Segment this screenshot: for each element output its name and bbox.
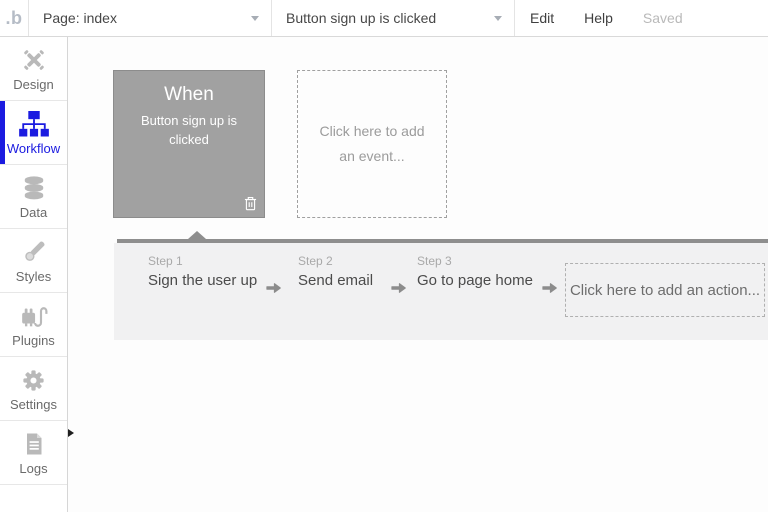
sidebar-item-logs[interactable]: Logs <box>0 421 67 485</box>
action-step-3[interactable]: Step 3 Go to page home <box>417 254 533 289</box>
app-logo: .b <box>0 0 29 36</box>
event-card-subtitle: Button sign up is clicked <box>114 112 264 150</box>
add-action-label: Click here to add an action... <box>570 282 760 299</box>
action-panel: Step 1 Sign the user up Step 2 Send emai… <box>114 231 768 340</box>
plugins-icon <box>20 301 48 331</box>
step-action-label: Go to page home <box>417 272 533 289</box>
sidebar-item-label: Workflow <box>7 141 60 156</box>
sidebar-item-styles[interactable]: Styles <box>0 229 67 293</box>
expand-arrow-icon[interactable] <box>68 429 74 437</box>
sidebar-item-label: Settings <box>10 397 57 412</box>
sidebar-item-workflow[interactable]: Workflow <box>0 101 67 165</box>
add-action-placeholder[interactable]: Click here to add an action... <box>565 263 765 317</box>
step-number: Step 3 <box>417 254 533 268</box>
data-icon <box>21 173 47 203</box>
sidebar-item-label: Plugins <box>12 333 55 348</box>
chevron-down-icon <box>251 16 259 21</box>
add-event-label: Click here to add an event... <box>314 119 430 169</box>
arrow-right-icon <box>266 282 281 294</box>
panel-body: Step 1 Sign the user up Step 2 Send emai… <box>114 243 768 340</box>
saved-status: Saved <box>628 10 698 26</box>
menu-edit[interactable]: Edit <box>515 10 569 26</box>
trash-icon <box>244 199 257 214</box>
step-number: Step 2 <box>298 254 373 268</box>
design-icon <box>20 45 48 75</box>
sidebar-item-settings[interactable]: Settings <box>0 357 67 421</box>
styles-icon <box>21 237 47 267</box>
action-step-1[interactable]: Step 1 Sign the user up <box>148 254 257 289</box>
action-step-2[interactable]: Step 2 Send email <box>298 254 373 289</box>
step-action-label: Send email <box>298 272 373 289</box>
arrow-right-icon <box>542 282 557 294</box>
sidebar-item-data[interactable]: Data <box>0 165 67 229</box>
arrow-right-icon <box>391 282 406 294</box>
page-selector-dropdown[interactable]: Page: index <box>29 0 271 36</box>
sidebar-item-label: Design <box>13 77 53 92</box>
bubble-logo-icon: .b <box>6 8 23 29</box>
workflow-canvas: When Button sign up is clicked Click her… <box>68 37 768 512</box>
page-selector-value: Page: index <box>43 10 117 26</box>
delete-event-button[interactable] <box>244 196 257 211</box>
chevron-down-icon <box>494 16 502 21</box>
top-bar: .b Page: index Button sign up is clicked… <box>0 0 768 37</box>
logs-icon <box>22 429 46 459</box>
sidebar: Design Workflow <box>0 37 68 512</box>
sidebar-item-label: Data <box>20 205 47 220</box>
event-card[interactable]: When Button sign up is clicked <box>113 70 265 218</box>
event-selector-value: Button sign up is clicked <box>286 10 436 26</box>
sidebar-item-plugins[interactable]: Plugins <box>0 293 67 357</box>
panel-pointer-icon <box>188 231 206 239</box>
sidebar-item-label: Logs <box>19 461 47 476</box>
add-event-placeholder[interactable]: Click here to add an event... <box>297 70 447 218</box>
topbar-menu: Edit Help Saved <box>515 0 698 36</box>
workflow-icon <box>19 109 49 139</box>
sidebar-item-label: Styles <box>16 269 51 284</box>
step-action-label: Sign the user up <box>148 272 257 289</box>
event-card-title: When <box>114 84 264 106</box>
sidebar-item-design[interactable]: Design <box>0 37 67 101</box>
step-number: Step 1 <box>148 254 257 268</box>
menu-help[interactable]: Help <box>569 10 628 26</box>
settings-icon <box>20 365 47 395</box>
event-selector-dropdown[interactable]: Button sign up is clicked <box>272 0 514 36</box>
